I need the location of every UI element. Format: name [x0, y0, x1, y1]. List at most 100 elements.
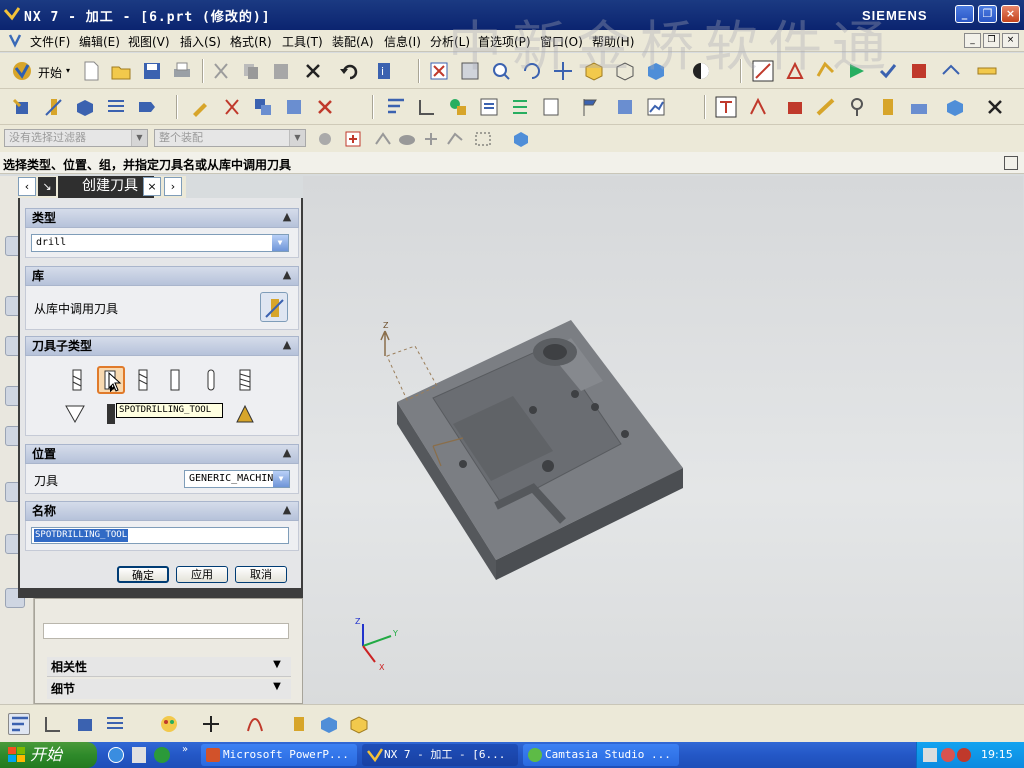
zoom-icon[interactable] — [459, 60, 481, 82]
more-quicklaunch-icon[interactable]: » — [182, 744, 188, 755]
type-filter-select[interactable]: 没有选择过滤器 ▼ — [4, 129, 148, 147]
generate-toolpath-icon[interactable] — [815, 60, 837, 82]
cancel-button[interactable]: 取消 — [235, 566, 287, 583]
media-icon[interactable] — [154, 747, 170, 763]
boring-bar-tool-icon[interactable] — [199, 368, 223, 392]
rotate-icon[interactable] — [521, 60, 543, 82]
snap-center-icon[interactable] — [420, 128, 442, 150]
measure-icon[interactable] — [976, 60, 998, 82]
flag-icon[interactable] — [579, 96, 601, 118]
library-section-header[interactable]: 库 ▲ — [25, 266, 299, 286]
chevron-down-icon[interactable]: ▼ — [269, 681, 285, 697]
spindle-icon[interactable] — [877, 96, 899, 118]
print-icon[interactable] — [171, 60, 193, 82]
orient-view-icon[interactable] — [690, 60, 712, 82]
taskbar-nx[interactable]: NX 7 - 加工 - [6... — [362, 744, 518, 766]
doc-restore-button[interactable]: ❐ — [983, 33, 1000, 48]
information-icon[interactable]: i — [374, 60, 396, 82]
tool-path-display-icon[interactable] — [715, 96, 737, 118]
show-desktop-icon[interactable] — [132, 747, 146, 763]
ok-button[interactable]: 确定 — [117, 566, 169, 583]
dependencies-section[interactable]: 相关性 — [47, 657, 291, 677]
create-tool-icon[interactable] — [43, 96, 65, 118]
block-icon[interactable] — [318, 713, 340, 735]
machine-icon[interactable] — [784, 96, 806, 118]
point-icon[interactable] — [200, 713, 222, 735]
snap-end-icon[interactable] — [372, 128, 394, 150]
menu-assembly[interactable]: 装配(A) — [332, 33, 374, 50]
taskbar-powerpoint[interactable]: Microsoft PowerP... — [201, 744, 357, 766]
chart-icon[interactable] — [645, 96, 667, 118]
collapse-icon[interactable]: ▲ — [280, 269, 294, 283]
copy-object-icon[interactable] — [252, 96, 274, 118]
shaded-icon[interactable] — [645, 60, 667, 82]
tool-name-input[interactable]: SPOTDRILLING_TOOL — [31, 527, 289, 544]
selection-filter-icon[interactable] — [314, 128, 336, 150]
type-select[interactable]: drill ▼ — [31, 234, 289, 252]
menu-window[interactable]: 窗口(O) — [540, 33, 583, 50]
menu-analysis[interactable]: 分析(L) — [430, 33, 470, 50]
doc-minimize-button[interactable]: _ — [964, 33, 981, 48]
tray-record-icon[interactable] — [957, 748, 971, 762]
new-file-icon[interactable] — [80, 60, 102, 82]
csys-icon[interactable] — [784, 60, 806, 82]
restore-button[interactable]: ❐ — [978, 5, 997, 23]
menu-help[interactable]: 帮助(H) — [592, 33, 634, 50]
countersink-tool-icon[interactable] — [63, 402, 87, 426]
type-section-header[interactable]: 类型 ▲ — [25, 208, 299, 228]
machine-view-icon[interactable] — [42, 713, 64, 735]
spot-facing-tool-icon[interactable] — [131, 368, 155, 392]
program-order-view-icon[interactable] — [385, 96, 407, 118]
start-menu-button[interactable]: 开始 — [38, 64, 62, 81]
pan-icon[interactable] — [552, 60, 574, 82]
create-program-icon[interactable] — [10, 96, 32, 118]
subtype-section-header[interactable]: 刀具子类型 ▲ — [25, 336, 299, 356]
cut-object-icon[interactable] — [221, 96, 243, 118]
fit-icon[interactable] — [428, 60, 450, 82]
selection-scope-select[interactable]: 整个装配 ▼ — [154, 129, 306, 147]
menu-edit[interactable]: 编辑(E) — [79, 33, 120, 50]
threading-tool-icon[interactable] — [233, 368, 257, 392]
render-style-icon[interactable] — [583, 60, 605, 82]
create-geometry-icon[interactable] — [74, 96, 96, 118]
cylinder-icon[interactable] — [288, 713, 310, 735]
rectangle-select-icon[interactable] — [472, 128, 494, 150]
snap-toggle-icon[interactable] — [342, 128, 364, 150]
collapse-icon[interactable]: ▲ — [280, 211, 294, 225]
delete-icon[interactable] — [302, 60, 324, 82]
tray-app-icon[interactable] — [941, 748, 955, 762]
expand-icon[interactable] — [1004, 156, 1018, 170]
simulation-icon[interactable] — [614, 96, 636, 118]
minimize-button[interactable]: _ — [955, 5, 974, 23]
color-palette-icon[interactable] — [158, 713, 180, 735]
pin-icon[interactable]: ↘ — [38, 177, 56, 196]
ie-icon[interactable] — [108, 747, 124, 763]
menu-info[interactable]: 信息(I) — [384, 33, 421, 50]
edit-object-icon[interactable] — [189, 96, 211, 118]
menu-insert[interactable]: 插入(S) — [180, 33, 221, 50]
shop-documentation-icon[interactable] — [540, 96, 562, 118]
wireframe-icon[interactable] — [614, 60, 636, 82]
retrieve-library-button[interactable] — [260, 292, 288, 322]
geometry-view-icon[interactable] — [447, 96, 469, 118]
menu-format[interactable]: 格式(R) — [230, 33, 272, 50]
delete-object-icon[interactable] — [314, 96, 336, 118]
select-body-icon[interactable] — [510, 128, 532, 150]
details-section[interactable]: 细节 — [47, 679, 291, 699]
save-icon[interactable] — [141, 60, 163, 82]
verify-toolpath-icon[interactable] — [877, 60, 899, 82]
feed-rates-icon[interactable] — [747, 96, 769, 118]
tool-holder-icon[interactable] — [815, 96, 837, 118]
apply-button[interactable]: 应用 — [176, 566, 228, 583]
collapse-icon[interactable]: ▲ — [280, 339, 294, 353]
paste-object-icon[interactable] — [283, 96, 305, 118]
drilling-tool-icon[interactable] — [65, 368, 89, 392]
cut-icon[interactable] — [210, 60, 232, 82]
feature-icon[interactable] — [348, 713, 370, 735]
menu-file[interactable]: 文件(F) — [30, 33, 70, 50]
paste-icon[interactable] — [270, 60, 292, 82]
keyboard-icon[interactable] — [923, 748, 937, 762]
forward-arrow-icon[interactable]: › — [164, 177, 182, 196]
tool-location-select[interactable]: GENERIC_MACHINE ▼ — [184, 470, 290, 488]
copy-icon[interactable] — [240, 60, 262, 82]
